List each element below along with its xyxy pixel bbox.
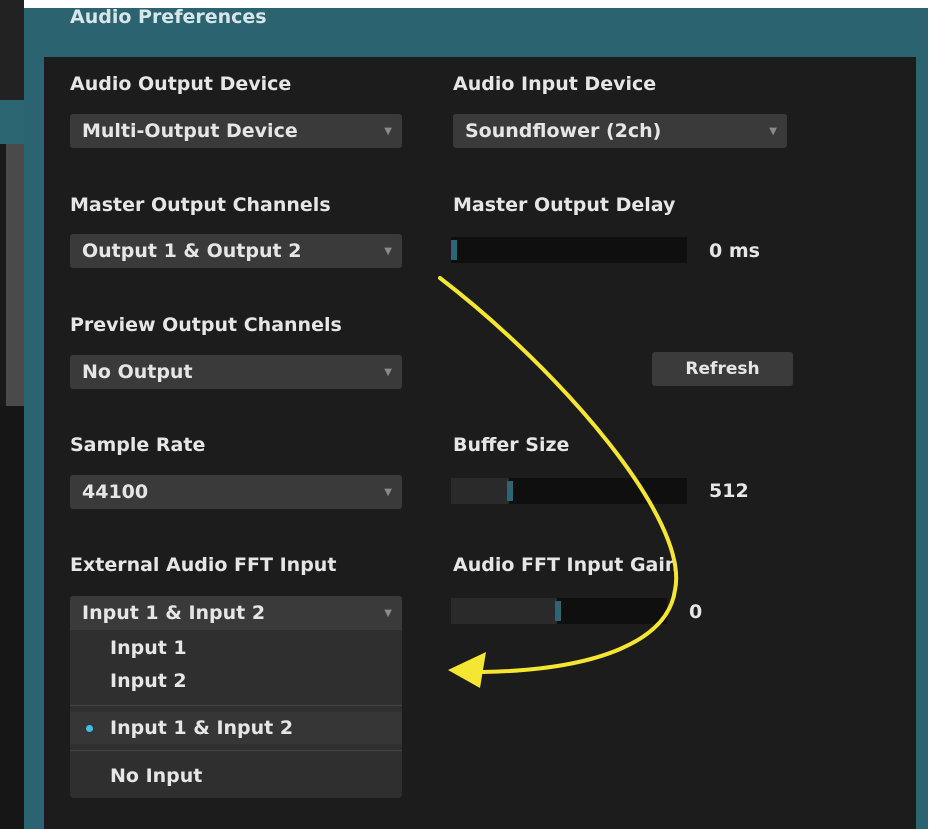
sample-rate-label: Sample Rate [70, 434, 206, 456]
chevron-down-icon: ▼ [384, 487, 392, 498]
master-output-channels-value: Output 1 & Output 2 [82, 240, 302, 262]
chevron-down-icon: ▼ [384, 367, 392, 378]
external-audio-fft-input-value: Input 1 & Input 2 [82, 602, 266, 624]
chevron-down-icon: ▼ [384, 126, 392, 137]
buffer-size-slider[interactable] [451, 478, 687, 504]
slider-thumb[interactable] [451, 240, 457, 260]
audio-fft-input-gain-label: Audio FFT Input Gain [453, 554, 679, 576]
slider-thumb[interactable] [507, 481, 513, 501]
buffer-size-label: Buffer Size [453, 434, 570, 456]
sample-rate-select[interactable]: 44100 ▼ [70, 475, 402, 509]
preview-output-channels-value: No Output [82, 361, 193, 383]
menu-item-input-1-and-2[interactable]: Input 1 & Input 2 [70, 712, 402, 744]
screen-edge [928, 0, 934, 829]
background-region [0, 0, 24, 100]
background-scrollbar [6, 144, 24, 406]
background-window-edge [0, 0, 24, 829]
menu-item-input-2[interactable]: Input 2 [70, 665, 402, 697]
master-output-delay-label: Master Output Delay [453, 194, 676, 216]
audio-output-device-select[interactable]: Multi-Output Device ▼ [70, 114, 402, 148]
background-tab [0, 100, 24, 144]
audio-input-device-label: Audio Input Device [453, 73, 657, 95]
menu-separator [70, 705, 402, 706]
window-title: Audio Preferences [70, 6, 267, 28]
sample-rate-value: 44100 [82, 481, 149, 503]
menu-item-input-1[interactable]: Input 1 [70, 632, 402, 664]
preview-output-channels-select[interactable]: No Output ▼ [70, 355, 402, 389]
audio-output-device-label: Audio Output Device [70, 73, 292, 95]
menu-item-label: Input 1 & Input 2 [110, 717, 294, 739]
external-audio-fft-input-select[interactable]: Input 1 & Input 2 ▼ [70, 596, 402, 630]
menu-item-no-input[interactable]: No Input [70, 760, 402, 792]
menu-separator [70, 750, 402, 751]
audio-input-device-value: Soundflower (2ch) [465, 120, 662, 142]
buffer-size-value: 512 [709, 480, 749, 502]
chevron-down-icon: ▼ [769, 126, 777, 137]
background-region [0, 406, 24, 829]
refresh-button[interactable]: Refresh [652, 352, 793, 386]
audio-output-device-value: Multi-Output Device [82, 120, 298, 142]
slider-fill [451, 478, 509, 504]
slider-fill [451, 598, 557, 624]
master-output-delay-value: 0 ms [709, 240, 760, 262]
fft-input-dropdown-menu: Input 1 Input 2 Input 1 & Input 2 No Inp… [70, 630, 402, 798]
audio-fft-input-gain-slider[interactable] [451, 598, 667, 624]
master-output-delay-slider[interactable] [451, 237, 687, 263]
master-output-channels-label: Master Output Channels [70, 194, 331, 216]
slider-thumb[interactable] [555, 601, 561, 621]
chevron-down-icon: ▼ [384, 246, 392, 257]
preview-output-channels-label: Preview Output Channels [70, 314, 342, 336]
selected-bullet-icon [86, 725, 93, 732]
chevron-down-icon: ▼ [384, 608, 392, 619]
master-output-channels-select[interactable]: Output 1 & Output 2 ▼ [70, 234, 402, 268]
audio-fft-input-gain-value: 0 [689, 601, 703, 623]
audio-input-device-select[interactable]: Soundflower (2ch) ▼ [453, 114, 787, 148]
external-audio-fft-input-label: External Audio FFT Input [70, 554, 337, 576]
